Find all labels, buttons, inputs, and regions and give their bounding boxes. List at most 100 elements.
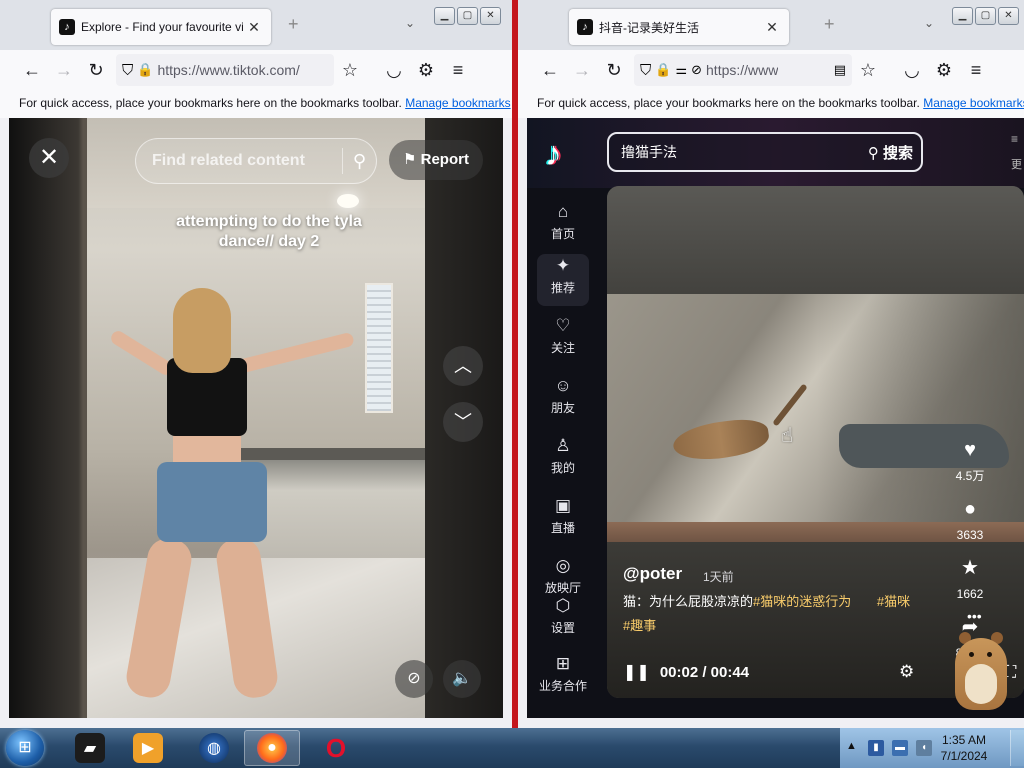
sidebar-item-label: 首页 xyxy=(550,227,575,241)
no-captions-button[interactable]: ⊘ xyxy=(395,660,433,698)
tray-app-icon[interactable]: ▮ xyxy=(868,740,884,756)
list-all-tabs-icon[interactable]: ⌄ xyxy=(924,16,934,30)
favorite-button[interactable]: ★ 1662 xyxy=(947,556,993,602)
search-button[interactable]: ⚲ 搜索 xyxy=(868,142,913,163)
manage-bookmarks-link[interactable]: Manage bookmarks xyxy=(405,96,510,110)
url-text[interactable]: https://www.tiktok.com/ xyxy=(157,62,299,78)
minimize-icon[interactable]: ▁ xyxy=(952,7,973,25)
bookmark-star-icon[interactable]: ☆ xyxy=(852,54,884,86)
tracking-shield-icon[interactable]: ⛉ xyxy=(122,62,133,79)
bookmarks-toolbar: For quick access, place your bookmarks h… xyxy=(0,90,512,118)
post-time: 1天前 xyxy=(703,570,734,584)
system-clock[interactable]: 1:35 AM 7/1/2024 xyxy=(930,732,998,764)
search-query[interactable]: 撸猫手法 xyxy=(621,142,868,162)
close-window-icon[interactable]: ✕ xyxy=(480,7,501,25)
network-icon[interactable]: ▬ xyxy=(892,740,908,756)
sidebar-item-friends[interactable]: ☺ 朋友 xyxy=(537,374,589,426)
list-all-tabs-icon[interactable]: ⌄ xyxy=(405,16,415,30)
extensions-icon[interactable]: ⚙ xyxy=(928,54,960,86)
padlock-icon[interactable]: 🔒 xyxy=(137,62,153,78)
pause-icon[interactable]: ❚❚ xyxy=(623,662,650,682)
tab-close-icon[interactable]: ✕ xyxy=(245,19,263,36)
taskbar-app-media[interactable]: ▶ xyxy=(120,730,176,766)
tab-close-icon[interactable]: ✕ xyxy=(763,19,781,36)
search-icon[interactable]: ⚲ xyxy=(353,151,366,172)
tab-title: Explore - Find your favourite vi xyxy=(81,20,244,34)
browser-window-douyin: ♪ 抖音-记录美好生活 ✕ + ⌄ ▁ ▢ ✕ ← → ↻ ⛉ 🔒 ⚌ ⊘ ht… xyxy=(518,0,1024,728)
maximize-icon[interactable]: ▢ xyxy=(975,7,996,25)
back-icon[interactable]: ← xyxy=(16,54,48,86)
sidebar-item-business[interactable]: ⊞ 业务合作 xyxy=(537,652,589,704)
extensions-icon[interactable]: ⚙ xyxy=(410,54,442,86)
url-bar[interactable]: ⛉ 🔒 ⚌ ⊘ https://www ▤ xyxy=(634,54,852,86)
pocket-icon[interactable]: ◡ xyxy=(378,54,410,86)
reload-icon[interactable]: ↻ xyxy=(598,54,630,86)
sidebar-item-mine[interactable]: ♙ 我的 xyxy=(537,434,589,486)
gear-icon[interactable]: ⚙ xyxy=(899,662,914,682)
friends-icon: ☺ xyxy=(554,376,572,395)
cat xyxy=(670,415,772,465)
hashtag-link[interactable]: #猫咪 xyxy=(877,594,910,609)
reload-icon[interactable]: ↻ xyxy=(80,54,112,86)
pocket-icon[interactable]: ◡ xyxy=(896,54,928,86)
hashtag-link[interactable]: #猫咪的迷惑行为 xyxy=(753,594,851,609)
douyin-logo-icon[interactable]: ♪ xyxy=(545,136,581,172)
related-search-placeholder[interactable]: Find related content xyxy=(152,152,332,170)
taskbar-app-globe[interactable]: ◍ xyxy=(186,730,242,766)
camera-blocked-icon[interactable]: ⊘ xyxy=(691,62,702,78)
site-permissions-icon[interactable]: 🔒 xyxy=(655,62,671,78)
tab-explore[interactable]: ♪ Explore - Find your favourite vi ✕ xyxy=(51,9,271,45)
sidebar-item-home[interactable]: ⌂ 首页 xyxy=(537,200,589,252)
minimize-icon[interactable]: ▁ xyxy=(434,7,455,25)
video-frame[interactable] xyxy=(87,118,425,718)
menu-lines-icon[interactable]: ≡ xyxy=(1011,132,1018,146)
menu-icon[interactable]: ≡ xyxy=(960,54,992,86)
black-folder-icon: ▰ xyxy=(75,733,105,763)
reader-view-icon[interactable]: ▤ xyxy=(834,62,846,78)
star-icon: ★ xyxy=(961,557,979,579)
hand-pointer-icon: ☝ xyxy=(781,425,794,447)
url-bar[interactable]: ⛉ 🔒 https://www.tiktok.com/ xyxy=(116,54,334,86)
more-label[interactable]: 更 xyxy=(1011,156,1022,172)
tracking-shield-icon[interactable]: ⛉ xyxy=(640,62,651,79)
hashtag-link[interactable]: #趣事 xyxy=(623,618,656,633)
permission-toggle-icon[interactable]: ⚌ xyxy=(675,62,687,78)
taskbar-app-explorer[interactable]: ▰ xyxy=(62,730,118,766)
sidebar-item-settings[interactable]: ⬡ 设置 xyxy=(537,594,589,646)
close-viewer-button[interactable]: ✕ xyxy=(29,138,69,178)
sidebar-item-live[interactable]: ▣ 直播 xyxy=(537,494,589,546)
douyin-search-bar[interactable]: 撸猫手法 ⚲ 搜索 xyxy=(607,132,923,172)
taskbar-app-firefox[interactable]: ● xyxy=(244,730,300,766)
url-text[interactable]: https://www xyxy=(706,62,778,78)
forward-icon[interactable]: → xyxy=(566,54,598,86)
sidebar-item-following[interactable]: ♡ 关注 xyxy=(537,314,589,366)
maximize-icon[interactable]: ▢ xyxy=(457,7,478,25)
volume-button[interactable]: 🔈 xyxy=(443,660,481,698)
tab-title: 抖音-记录美好生活 xyxy=(599,20,699,35)
heart-icon: ♥ xyxy=(964,439,976,461)
media-player-icon: ▶ xyxy=(133,733,163,763)
bookmark-star-icon[interactable]: ☆ xyxy=(334,54,366,86)
menu-icon[interactable]: ≡ xyxy=(442,54,474,86)
manage-bookmarks-link[interactable]: Manage bookmarks xyxy=(923,96,1024,110)
sidebar-item-recommend[interactable]: ✦ 推荐 xyxy=(537,254,589,306)
forward-icon[interactable]: → xyxy=(48,54,80,86)
taskbar-app-opera[interactable]: O xyxy=(308,730,364,766)
previous-video-button[interactable]: ︿ xyxy=(443,346,483,386)
new-tab-icon[interactable]: + xyxy=(288,14,299,35)
related-search-bar[interactable]: Find related content ⚲ xyxy=(135,138,377,184)
comment-button[interactable]: ● 3633 xyxy=(947,497,993,543)
show-desktop-button[interactable] xyxy=(1010,730,1024,766)
show-hidden-icons-icon[interactable]: ▲ xyxy=(846,740,857,752)
search-button-label: 搜索 xyxy=(882,144,913,162)
like-button[interactable]: ♥ 4.5万 xyxy=(947,438,993,484)
hamster-mascot[interactable] xyxy=(951,618,1011,714)
close-window-icon[interactable]: ✕ xyxy=(998,7,1019,25)
tab-douyin[interactable]: ♪ 抖音-记录美好生活 ✕ xyxy=(569,9,789,45)
start-button[interactable]: ⊞ xyxy=(6,730,44,766)
new-tab-icon[interactable]: + xyxy=(824,14,835,35)
author-name[interactable]: @poter xyxy=(623,564,682,584)
back-icon[interactable]: ← xyxy=(534,54,566,86)
report-button[interactable]: ⚑ Report xyxy=(389,140,483,180)
next-video-button[interactable]: ﹀ xyxy=(443,402,483,442)
